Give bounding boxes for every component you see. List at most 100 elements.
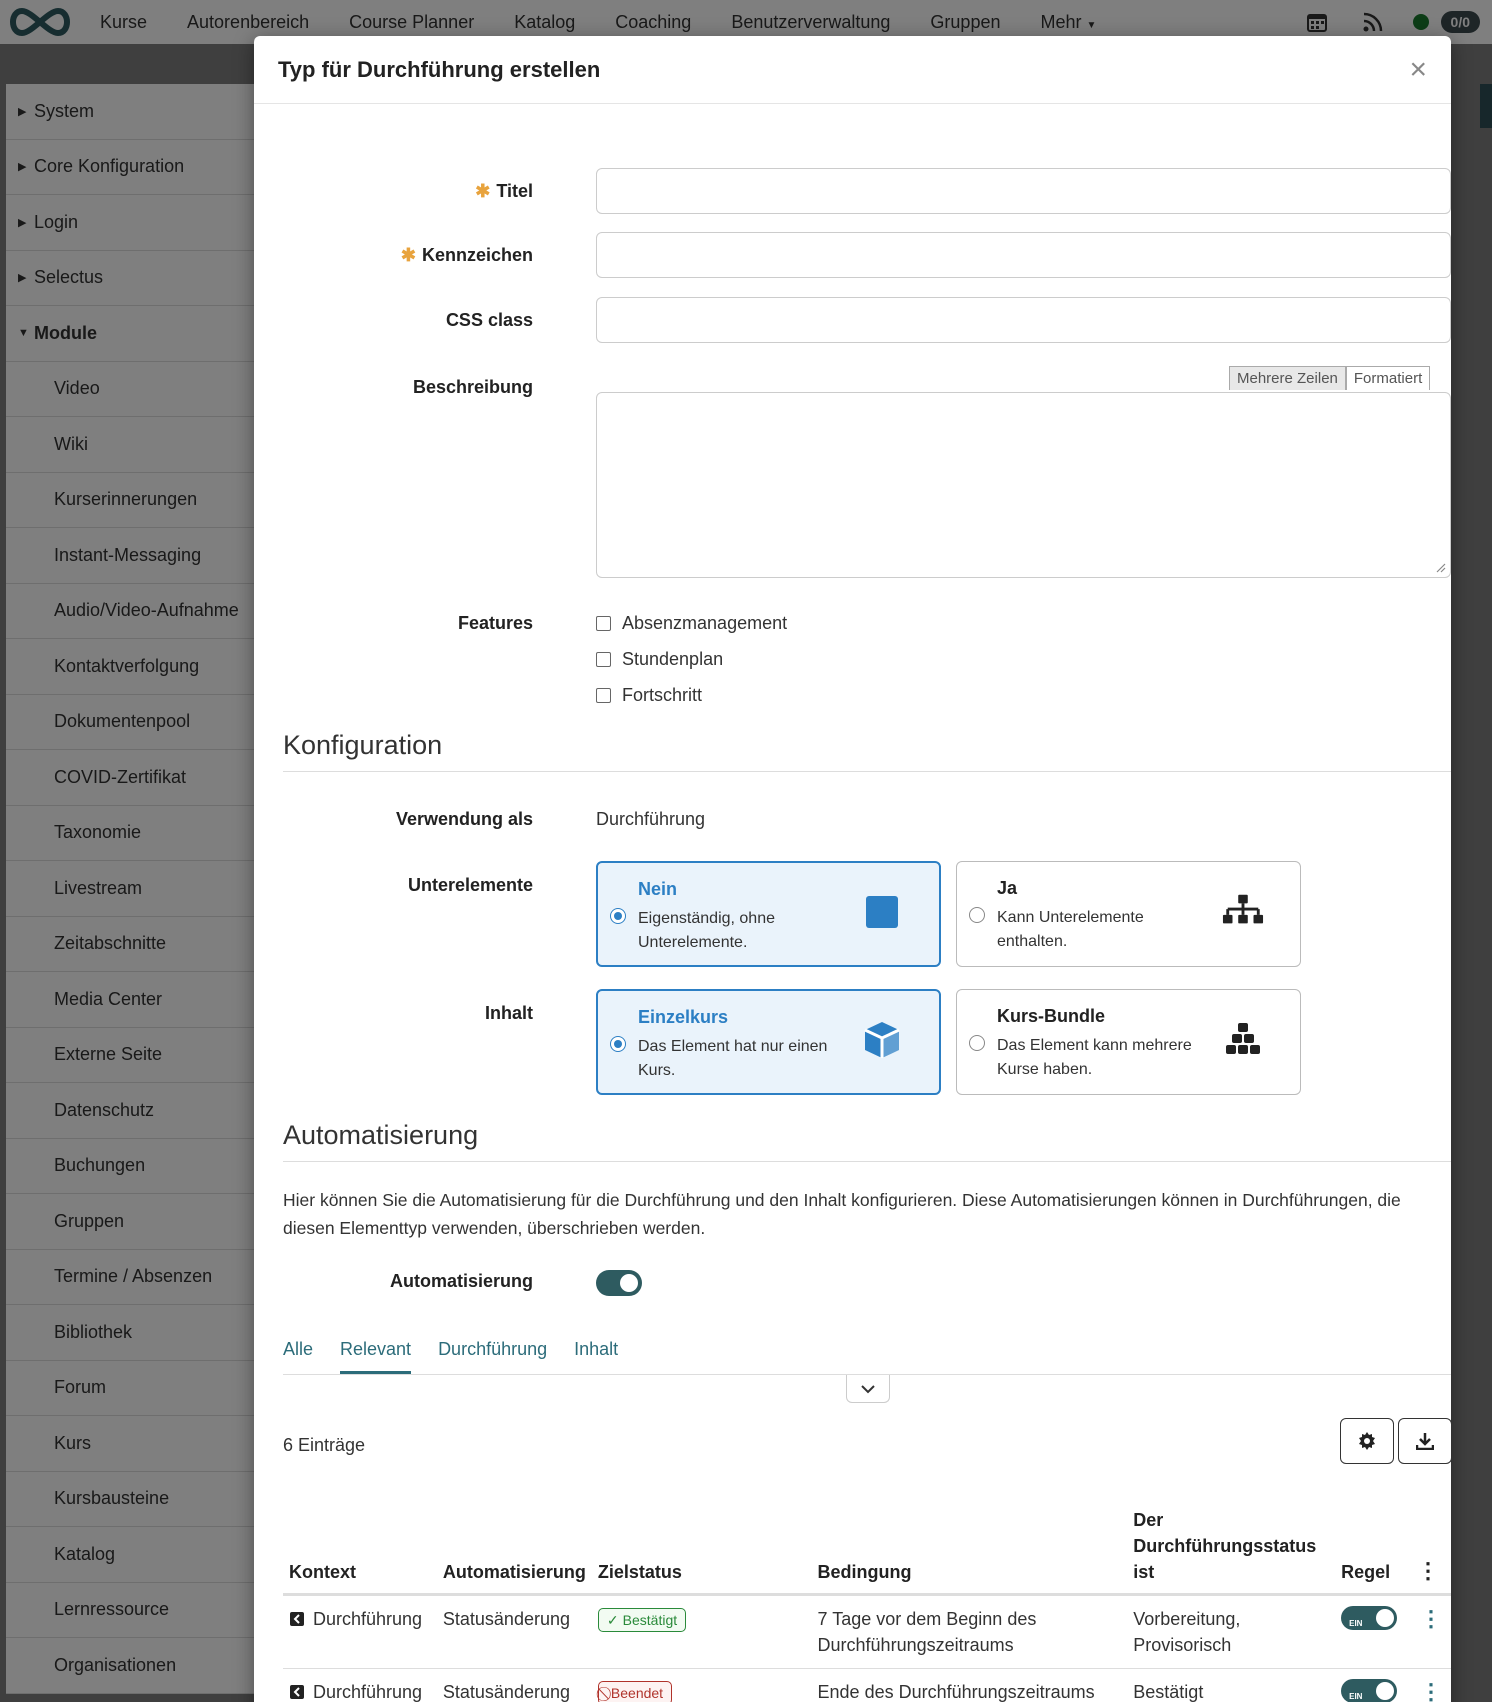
cell-kontext: Durchführung: [283, 1668, 437, 1702]
rule-toggle-label: EIN: [1349, 1692, 1363, 1701]
feature-label: Fortschritt: [622, 685, 703, 705]
titel-label-text: Titel: [496, 181, 533, 201]
cubes-icon: [1222, 1018, 1264, 1060]
collapse-button[interactable]: [846, 1375, 890, 1403]
kontext-value: Durchführung: [313, 1609, 423, 1629]
table-header-row: Kontext Automatisierung Zielstatus Bedin…: [283, 1501, 1451, 1596]
verwendung-label: Verwendung als: [395, 809, 533, 829]
gear-icon: [1359, 1432, 1375, 1450]
column-kontext[interactable]: Kontext: [283, 1501, 437, 1596]
radio-button[interactable]: [969, 907, 985, 923]
tab-alle[interactable]: Alle: [283, 1329, 313, 1374]
more-vertical-icon[interactable]: ⋮: [1417, 1606, 1445, 1632]
tab-formatiert[interactable]: Formatiert: [1345, 366, 1431, 390]
check-icon: ✓: [606, 1612, 619, 1628]
automatisierung-toggle[interactable]: [596, 1270, 642, 1296]
context-icon: [290, 1612, 304, 1626]
css-class-input[interactable]: [596, 297, 1451, 343]
rule-toggle[interactable]: EIN: [1341, 1679, 1398, 1702]
option-card-nein[interactable]: Nein Eigenständig, ohne Unterelemente.: [596, 861, 941, 967]
column-automatisierung[interactable]: Automatisierung: [436, 1501, 592, 1596]
beschreibung-textarea[interactable]: [596, 392, 1451, 578]
radio-button[interactable]: [610, 908, 626, 924]
radio-button[interactable]: [610, 1036, 626, 1052]
column-regel[interactable]: Regel: [1335, 1501, 1412, 1596]
tab-relevant[interactable]: Relevant: [340, 1329, 412, 1374]
cell-kontext: Durchführung: [283, 1594, 437, 1669]
kennzeichen-input[interactable]: [596, 232, 1451, 278]
cell-bedingung: 7 Tage vor dem Beginn des Durchführungsz…: [811, 1594, 1128, 1669]
cell-regel: EIN: [1335, 1668, 1412, 1702]
status-badge-label: Bestätigt: [622, 1612, 678, 1628]
radio-button[interactable]: [969, 1035, 985, 1051]
chevron-down-icon: [861, 1384, 875, 1393]
resize-grip-icon[interactable]: [1434, 561, 1446, 573]
column-bedingung[interactable]: Bedingung: [811, 1501, 1128, 1596]
cell-actions: ⋮: [1411, 1668, 1451, 1702]
feature-fortschritt[interactable]: Fortschritt: [596, 685, 702, 706]
option-title: Kurs-Bundle: [997, 1006, 1105, 1026]
beschreibung-label: Beschreibung: [412, 377, 533, 397]
konfiguration-heading: Konfiguration: [283, 730, 1451, 772]
cube-icon: [861, 1019, 903, 1061]
checkbox[interactable]: [596, 652, 611, 667]
automatisierung-toggle-label: Automatisierung: [389, 1271, 533, 1291]
table-row: Durchführung Statusänderung ⃠Beendet End…: [283, 1668, 1451, 1702]
tab-inhalt[interactable]: Inhalt: [574, 1329, 618, 1374]
css-class-label: CSS class: [445, 310, 533, 330]
table-row: Durchführung Statusänderung ✓ Bestätigt 7…: [283, 1594, 1451, 1669]
option-description: Das Element kann mehrere Kurse haben.: [997, 1037, 1192, 1078]
cell-bedingung: Ende des Durchführungszeitraums: [811, 1668, 1128, 1702]
more-vertical-icon[interactable]: ⋮: [1417, 1679, 1445, 1702]
feature-label: Absenzmanagement: [622, 613, 788, 633]
checkbox[interactable]: [596, 688, 611, 703]
titel-input[interactable]: [596, 168, 1451, 214]
checkbox[interactable]: [596, 616, 611, 631]
option-card-kurs-bundle[interactable]: Kurs-Bundle Das Element kann mehrere Kur…: [956, 989, 1301, 1095]
context-icon: [290, 1685, 304, 1699]
automatisierung-table: Kontext Automatisierung Zielstatus Bedin…: [283, 1501, 1451, 1702]
more-vertical-icon[interactable]: ⋮: [1417, 1558, 1439, 1583]
dialog-title: Typ für Durchführung erstellen: [278, 56, 601, 82]
feature-absenzmanagement[interactable]: Absenzmanagement: [596, 613, 787, 634]
tab-mehrere-zeilen[interactable]: Mehrere Zeilen: [1229, 366, 1346, 390]
download-button[interactable]: [1398, 1418, 1451, 1464]
download-icon: [1416, 1433, 1434, 1450]
automatisierung-description: Hier können Sie die Automatisierung für …: [283, 1190, 1401, 1238]
status-badge: ✓ Bestätigt: [597, 1608, 687, 1632]
inhalt-label: Inhalt: [485, 1003, 533, 1023]
automatisierung-tabs: Alle Relevant Durchführung Inhalt: [283, 1329, 1451, 1375]
cell-zielstatus: ✓ Bestätigt: [591, 1594, 812, 1669]
column-actions[interactable]: ⋮: [1411, 1501, 1451, 1596]
cell-status: Bestätigt: [1127, 1668, 1336, 1702]
status-badge-label: Beendet: [610, 1685, 664, 1701]
square-icon: [861, 891, 903, 933]
verwendung-value: Durchführung: [596, 809, 706, 829]
close-icon[interactable]: ×: [1409, 54, 1427, 85]
feature-stundenplan[interactable]: Stundenplan: [596, 649, 723, 670]
required-icon: ✱: [400, 245, 416, 265]
option-title: Nein: [638, 879, 678, 899]
rule-toggle[interactable]: EIN: [1341, 1606, 1398, 1630]
column-durchfuehrungsstatus[interactable]: Der Durchführungsstatus ist: [1127, 1501, 1336, 1596]
table-settings-button[interactable]: [1340, 1418, 1394, 1464]
option-card-einzelkurs[interactable]: Einzelkurs Das Element hat nur einen Kur…: [596, 989, 941, 1095]
option-description: Das Element hat nur einen Kurs.: [638, 1038, 828, 1079]
features-label: Features: [457, 613, 533, 633]
titel-label: ✱ Titel: [475, 181, 533, 202]
kennzeichen-label-text: Kennzeichen: [421, 245, 533, 265]
create-type-dialog: Typ für Durchführung erstellen × ✱ Titel …: [254, 36, 1451, 1702]
unterelemente-label: Unterelemente: [407, 875, 533, 895]
kontext-value: Durchführung: [313, 1682, 423, 1702]
tab-durchfuehrung[interactable]: Durchführung: [438, 1329, 547, 1374]
editor-mode-tabs: Mehrere Zeilen Formatiert: [1229, 366, 1431, 390]
dialog-header: Typ für Durchführung erstellen ×: [254, 36, 1451, 104]
option-description: Eigenständig, ohne Unterelemente.: [638, 910, 775, 951]
status-badge: ⃠Beendet: [597, 1681, 673, 1702]
cell-automatisierung: Statusänderung: [436, 1594, 592, 1669]
kennzeichen-label: ✱ Kennzeichen: [401, 245, 533, 266]
option-card-ja[interactable]: Ja Kann Unterelemente enthalten.: [956, 861, 1301, 967]
required-icon: ✱: [475, 181, 491, 201]
sitemap-icon: [1222, 890, 1264, 932]
column-zielstatus[interactable]: Zielstatus: [591, 1501, 812, 1596]
